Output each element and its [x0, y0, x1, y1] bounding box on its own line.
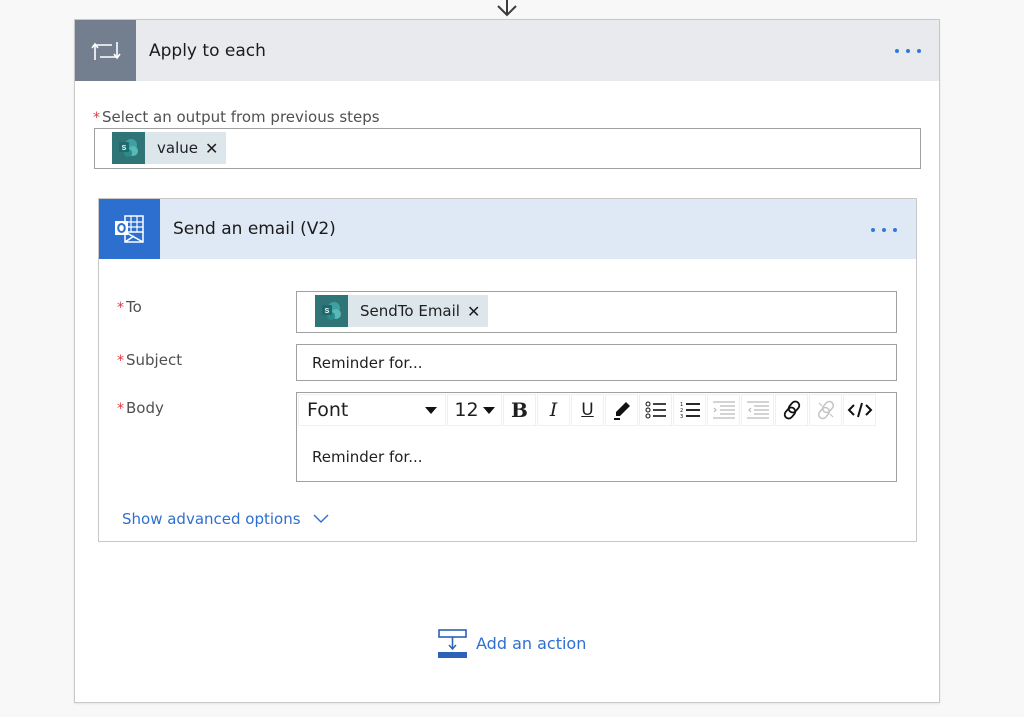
code-view-button[interactable]	[843, 394, 876, 426]
increase-indent-icon	[712, 401, 735, 419]
sharepoint-icon: S	[112, 132, 145, 164]
loop-icon	[75, 20, 136, 81]
link-icon	[783, 400, 800, 420]
remove-token-icon[interactable]: ✕	[205, 139, 218, 158]
output-select-input[interactable]: S value ✕	[94, 128, 921, 169]
bulleted-list-button[interactable]	[639, 394, 672, 426]
to-label-text: To	[126, 298, 142, 316]
highlight-button[interactable]	[605, 394, 638, 426]
body-editor[interactable]: Font 12 B I U 1 2 3 Reminder for...	[296, 392, 897, 482]
token-label: SendTo Email	[360, 302, 460, 320]
subject-input[interactable]: Reminder for...	[296, 344, 897, 381]
underline-icon: U	[581, 400, 594, 420]
token-label: value	[157, 139, 198, 157]
body-value: Reminder for...	[312, 448, 423, 466]
add-action-icon	[438, 629, 467, 658]
caret-down-icon	[482, 406, 495, 414]
code-view-icon	[847, 402, 872, 418]
send-email-header[interactable]: Send an email (V2)	[99, 199, 916, 259]
to-label: * To	[117, 298, 142, 316]
output-field-label-text: Select an output from previous steps	[102, 108, 380, 126]
bold-icon: B	[511, 398, 528, 422]
required-marker: *	[117, 353, 124, 369]
required-marker: *	[117, 401, 124, 417]
remove-token-icon[interactable]: ✕	[467, 302, 480, 321]
decrease-indent-button[interactable]	[741, 394, 774, 426]
outlook-icon	[99, 199, 160, 259]
font-size-value: 12	[454, 399, 479, 421]
subject-value: Reminder for...	[312, 354, 423, 372]
unlink-icon	[817, 400, 834, 420]
more-options-icon[interactable]	[895, 49, 921, 53]
subject-label-text: Subject	[126, 351, 183, 369]
card-title: Send an email (V2)	[173, 219, 336, 239]
arrow-down-icon	[497, 0, 517, 17]
pen-icon	[613, 402, 630, 420]
rich-text-toolbar: Font 12 B I U 1 2 3	[298, 394, 895, 426]
subject-label: * Subject	[117, 351, 182, 369]
body-label-text: Body	[126, 399, 164, 417]
svg-text:S: S	[324, 308, 329, 315]
required-marker: *	[93, 110, 100, 126]
send-email-card: Send an email (V2) * To S SendTo Email ✕…	[98, 198, 917, 542]
to-input[interactable]: S SendTo Email ✕	[296, 291, 897, 333]
link-button[interactable]	[775, 394, 808, 426]
bold-button[interactable]: B	[503, 394, 536, 426]
value-token[interactable]: S value ✕	[112, 132, 227, 164]
sendto-email-token[interactable]: S SendTo Email ✕	[315, 295, 489, 327]
output-field-label: * Select an output from previous steps	[93, 108, 380, 126]
more-options-icon[interactable]	[871, 228, 897, 232]
unlink-button[interactable]	[809, 394, 842, 426]
required-marker: *	[117, 300, 124, 316]
svg-text:S: S	[121, 145, 126, 152]
caret-down-icon	[425, 406, 437, 414]
numbered-list-icon: 1 2 3	[680, 402, 700, 420]
card-title: Apply to each	[149, 40, 266, 61]
bulleted-list-icon	[645, 401, 666, 419]
font-size-dropdown[interactable]: 12	[447, 394, 502, 426]
body-label: * Body	[117, 399, 164, 417]
italic-button[interactable]: I	[537, 394, 570, 426]
add-action-label: Add an action	[476, 634, 587, 653]
increase-indent-button[interactable]	[707, 394, 740, 426]
sharepoint-icon: S	[315, 295, 348, 327]
italic-icon: I	[549, 399, 558, 421]
apply-to-each-header[interactable]: Apply to each	[75, 20, 939, 81]
apply-to-each-card: Apply to each * Select an output from pre…	[74, 19, 940, 703]
advanced-options-label: Show advanced options	[122, 510, 301, 528]
underline-button[interactable]: U	[571, 394, 604, 426]
add-action-button[interactable]: Add an action	[438, 629, 586, 658]
svg-text:3: 3	[680, 414, 683, 420]
chevron-down-icon	[313, 514, 329, 523]
numbered-list-button[interactable]: 1 2 3	[673, 394, 706, 426]
show-advanced-options-link[interactable]: Show advanced options	[122, 510, 329, 528]
decrease-indent-icon	[746, 401, 769, 419]
font-dropdown[interactable]: Font	[298, 394, 446, 426]
font-value: Font	[307, 399, 349, 421]
